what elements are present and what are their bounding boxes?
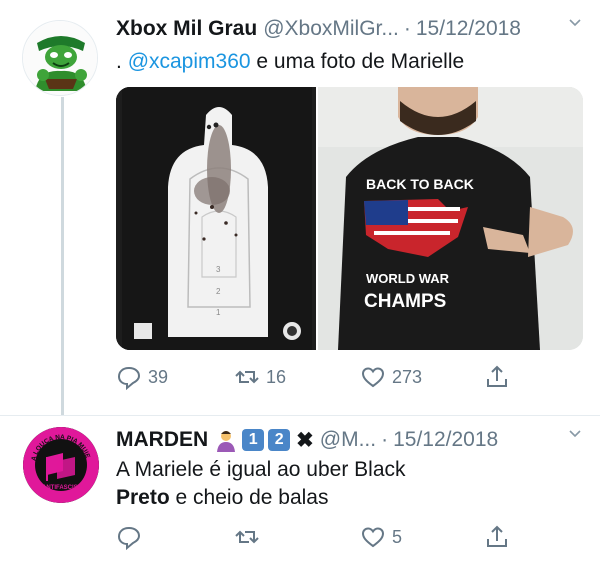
separator-dot: ·	[403, 17, 411, 40]
like-button[interactable]: 273	[360, 362, 422, 392]
svg-text:2: 2	[216, 287, 221, 296]
reply-count: 39	[148, 366, 169, 387]
display-name[interactable]: MARDEN	[116, 428, 208, 452]
user-handle[interactable]: @M...	[320, 428, 376, 452]
display-name[interactable]: Xbox Mil Grau	[116, 17, 257, 41]
reply-button[interactable]: 39	[116, 362, 168, 392]
x-mark-icon: ✖	[296, 428, 314, 452]
photo-target[interactable]: 3 2 1	[116, 87, 316, 350]
keycap-1-icon: 1	[242, 429, 265, 451]
reply-icon	[117, 526, 141, 550]
chevron-down-icon[interactable]	[568, 427, 582, 441]
like-count: 273	[392, 366, 423, 387]
share-button[interactable]	[484, 522, 510, 552]
tweet-header: MARDEN 1 2 ✖ @M... · 15/12/2018	[116, 425, 586, 455]
chevron-down-icon[interactable]	[568, 16, 582, 30]
shirt-line-1: BACK TO BACK	[366, 176, 474, 192]
text-line-1: A Mariele é igual ao uber Black	[116, 458, 406, 481]
retweet-icon	[235, 530, 259, 544]
shirt-line-2: WORLD WAR	[366, 271, 450, 286]
text-line-2: Preto e cheio de balas	[116, 484, 406, 512]
avatar[interactable]: A LOUCA NA PIA MUIE ANTIFASCISTA	[23, 427, 99, 503]
tweet-text: . @xcapim360 e uma foto de Marielle	[116, 48, 464, 76]
svg-text:3: 3	[216, 265, 221, 274]
text-prefix: .	[116, 50, 122, 73]
text-bold: Preto	[116, 486, 170, 509]
reply-button[interactable]	[116, 522, 142, 552]
timestamp[interactable]: 15/12/2018	[393, 428, 498, 452]
text-rest: e cheio de balas	[175, 486, 329, 509]
person-emoji-icon	[217, 431, 236, 452]
keycap-2-icon: 2	[268, 429, 291, 451]
like-button[interactable]: 5	[360, 522, 402, 552]
retweet-icon	[235, 370, 259, 384]
like-icon	[361, 527, 385, 548]
text-body: e uma foto de Marielle	[256, 50, 465, 73]
mention-link[interactable]: @xcapim360	[128, 50, 251, 73]
avatar-subtext: ANTIFASCISTA	[42, 485, 86, 491]
avatar[interactable]	[22, 20, 98, 96]
share-button[interactable]	[484, 362, 510, 392]
retweet-button[interactable]	[234, 522, 260, 552]
separator-dot: ·	[381, 428, 389, 451]
like-count: 5	[392, 526, 403, 547]
timestamp[interactable]: 15/12/2018	[416, 17, 521, 41]
share-icon	[487, 365, 507, 387]
tweet-actions: 39 16 273	[116, 362, 596, 392]
photo-shirt[interactable]: BACK TO BACK WORLD WAR CHAMPS	[318, 87, 583, 350]
reply-icon	[117, 366, 141, 390]
tweet-2[interactable]: A LOUCA NA PIA MUIE ANTIFASCISTA MARDEN …	[0, 415, 600, 561]
retweet-count: 16	[266, 366, 287, 387]
user-handle[interactable]: @XboxMilGr...	[263, 17, 399, 41]
tweet-header: Xbox Mil Grau @XboxMilGr... · 15/12/2018	[116, 14, 586, 44]
media-gallery[interactable]: 3 2 1 BACK TO BACK WORLD WAR CHAMPS	[116, 87, 583, 350]
shirt-line-3: CHAMPS	[364, 291, 446, 312]
share-icon	[487, 525, 507, 547]
tweet-actions: 5	[116, 522, 596, 552]
svg-text:1: 1	[216, 308, 221, 317]
tweet-text: A Mariele é igual ao uber Black Preto e …	[116, 456, 406, 512]
retweet-button[interactable]: 16	[234, 362, 286, 392]
like-icon	[361, 367, 385, 388]
tweet-1[interactable]: Xbox Mil Grau @XboxMilGr... · 15/12/2018…	[0, 0, 600, 415]
